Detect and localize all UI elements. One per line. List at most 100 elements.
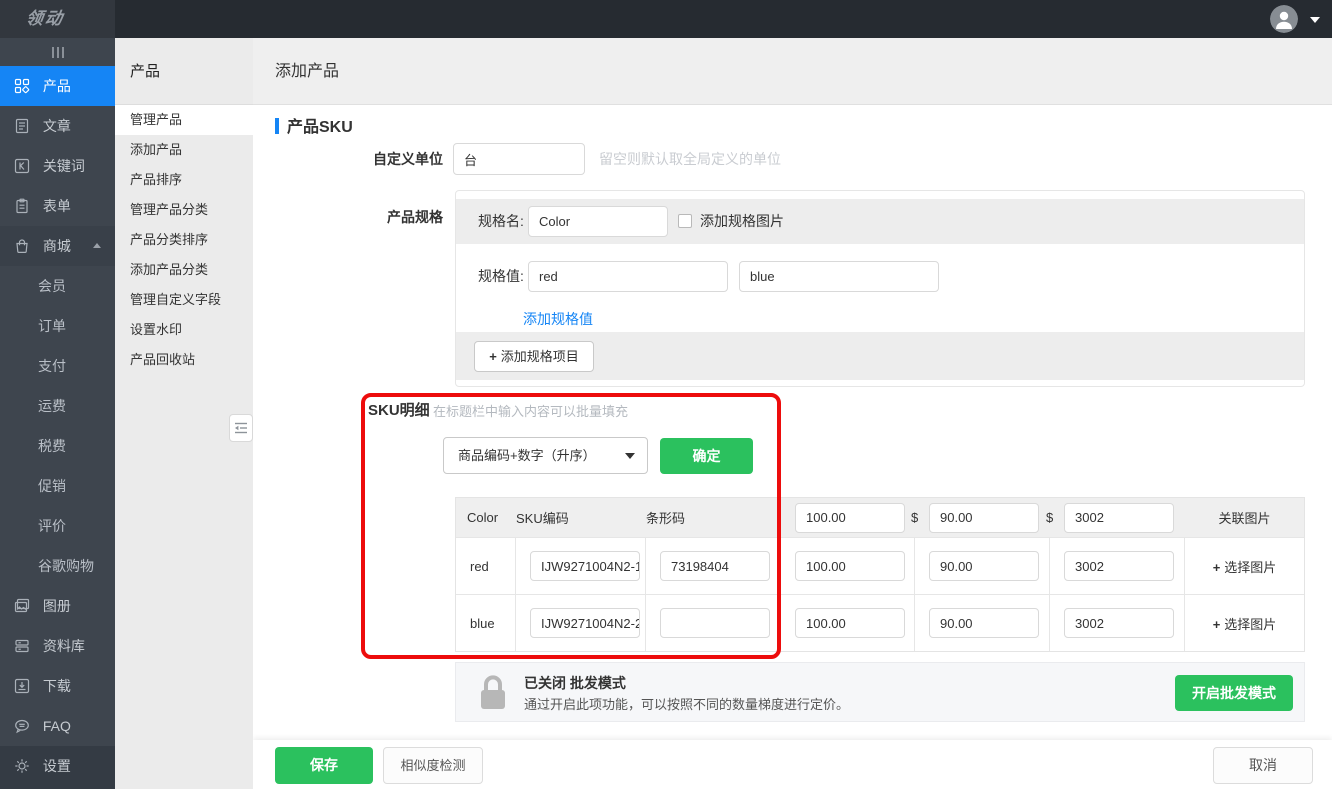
row-spec-value: red xyxy=(456,538,516,594)
chevron-down-icon[interactable] xyxy=(1310,17,1320,23)
sku-table: Color SKU编码 条形码 $ $ 关联图片 red +选择图片 xyxy=(455,497,1305,652)
app-window: 领动 产品 文章 关键词 表单 xyxy=(0,0,1332,789)
submenu-collapse-button[interactable] xyxy=(229,414,253,442)
grid-icon xyxy=(14,69,30,85)
unit-hint: 留空则默认取全局定义的单位 xyxy=(599,143,781,175)
section-header: 产品SKU xyxy=(275,113,353,131)
sku-detail-title: SKU明细 xyxy=(368,399,430,420)
price-input[interactable] xyxy=(795,551,905,581)
spec-name-label: 规格名: xyxy=(478,199,524,244)
sidebar-item-tax[interactable]: 税费 xyxy=(0,426,115,466)
spec-label: 产品规格 xyxy=(253,201,443,233)
sku-code-input[interactable] xyxy=(530,551,640,581)
clipboard-icon xyxy=(14,189,30,205)
topbar: 领动 xyxy=(0,0,1332,38)
sidebar-item-forms[interactable]: 表单 xyxy=(0,186,115,226)
submenu-item-watermark[interactable]: 设置水印 xyxy=(115,315,253,345)
currency-symbol: $ xyxy=(1046,510,1060,525)
plus-icon: + xyxy=(1213,617,1221,632)
outdent-icon xyxy=(234,422,248,434)
sidebar-item-albums[interactable]: 图册 xyxy=(0,586,115,626)
spec-value-input-2[interactable] xyxy=(739,261,939,292)
sku-code-input[interactable] xyxy=(530,608,640,638)
sidebar-item-keywords[interactable]: 关键词 xyxy=(0,146,115,186)
submenu-item-category-sort[interactable]: 产品分类排序 xyxy=(115,225,253,255)
promo-price-input[interactable] xyxy=(929,608,1039,638)
plus-icon: + xyxy=(1213,560,1221,575)
submenu-item-add-category[interactable]: 添加产品分类 xyxy=(115,255,253,285)
batch-stock-input[interactable] xyxy=(1064,503,1174,533)
submenu-item-custom-fields[interactable]: 管理自定义字段 xyxy=(115,285,253,315)
row-spec-value: blue xyxy=(456,595,516,651)
user-avatar[interactable] xyxy=(1270,5,1298,33)
wholesale-description: 通过开启此项功能，可以按照不同的数量梯度进行定价。 xyxy=(524,694,849,713)
stock-input[interactable] xyxy=(1064,608,1174,638)
submenu-item-recycle-bin[interactable]: 产品回收站 xyxy=(115,345,253,375)
select-image-button[interactable]: +选择图片 xyxy=(1213,614,1277,633)
lock-icon xyxy=(476,674,510,712)
sidebar-item-payment[interactable]: 支付 xyxy=(0,346,115,386)
submenu-item-manage-categories[interactable]: 管理产品分类 xyxy=(115,195,253,225)
sidebar-item-downloads[interactable]: 下载 xyxy=(0,666,115,706)
sidebar-item-products[interactable]: 产品 xyxy=(0,66,115,106)
spec-panel: 规格名: 添加规格图片 规格值: 添加规格值 +添加规格项目 xyxy=(455,190,1305,387)
sidebar-collapse-handle[interactable] xyxy=(0,38,115,66)
logo-block: 领动 xyxy=(0,0,115,38)
sidebar-item-members[interactable]: 会员 xyxy=(0,266,115,306)
add-spec-item-button[interactable]: +添加规格项目 xyxy=(474,341,594,372)
submenu-item-product-sort[interactable]: 产品排序 xyxy=(115,165,253,195)
select-image-button[interactable]: +选择图片 xyxy=(1213,557,1277,576)
wholesale-status: 已关闭 批发模式 xyxy=(524,673,626,693)
add-spec-value-link[interactable]: 添加规格值 xyxy=(523,309,593,329)
sidebar-item-reviews[interactable]: 评价 xyxy=(0,506,115,546)
gear-icon xyxy=(14,749,30,765)
person-icon xyxy=(1270,5,1298,33)
doc-icon xyxy=(14,109,30,125)
select-caret-icon xyxy=(625,453,635,459)
submenu-item-add-product[interactable]: 添加产品 xyxy=(115,135,253,165)
album-icon xyxy=(14,589,30,605)
col-header-spec: Color xyxy=(456,498,516,537)
save-button[interactable]: 保存 xyxy=(275,747,373,784)
enable-wholesale-button[interactable]: 开启批发模式 xyxy=(1175,675,1293,711)
sidebar-item-settings[interactable]: 设置 xyxy=(0,746,115,789)
col-header-sku: SKU编码 xyxy=(516,498,646,537)
barcode-input[interactable] xyxy=(660,551,770,581)
sku-detail-hint: 在标题栏中输入内容可以批量填充 xyxy=(433,401,628,420)
sidebar-item-google-shopping[interactable]: 谷歌购物 xyxy=(0,546,115,586)
add-spec-image-label: 添加规格图片 xyxy=(700,199,784,244)
sidebar-item-shipping[interactable]: 运费 xyxy=(0,386,115,426)
batch-promo-input[interactable] xyxy=(929,503,1039,533)
sidebar-item-articles[interactable]: 文章 xyxy=(0,106,115,146)
promo-price-input[interactable] xyxy=(929,551,1039,581)
sidebar-item-promotion[interactable]: 促销 xyxy=(0,466,115,506)
unit-label: 自定义单位 xyxy=(253,143,443,175)
table-header-row: Color SKU编码 条形码 $ $ 关联图片 xyxy=(456,498,1304,537)
sidebar-item-library[interactable]: 资料库 xyxy=(0,626,115,666)
batch-fill-select[interactable]: 商品编码+数字（升序） xyxy=(443,437,648,474)
sidebar-item-faq[interactable]: FAQ xyxy=(0,706,115,746)
batch-price-input[interactable] xyxy=(795,503,905,533)
cancel-button[interactable]: 取消 xyxy=(1213,747,1313,784)
accent-bar xyxy=(275,118,279,134)
similarity-check-button[interactable]: 相似度检测 xyxy=(383,747,483,784)
sidebar-item-orders[interactable]: 订单 xyxy=(0,306,115,346)
price-input[interactable] xyxy=(795,608,905,638)
table-row: red +选择图片 xyxy=(456,537,1304,594)
currency-symbol: $ xyxy=(911,510,925,525)
submenu-title: 产品 xyxy=(115,38,253,105)
spec-value-input-1[interactable] xyxy=(528,261,728,292)
wholesale-banner: 已关闭 批发模式 通过开启此项功能，可以按照不同的数量梯度进行定价。 开启批发模… xyxy=(455,662,1305,722)
sidebar-item-mall[interactable]: 商城 xyxy=(0,226,115,266)
submenu-item-manage-products[interactable]: 管理产品 xyxy=(115,105,253,135)
plus-icon: + xyxy=(489,349,497,364)
confirm-button[interactable]: 确定 xyxy=(660,438,753,474)
col-header-barcode: 条形码 xyxy=(646,498,781,537)
stock-input[interactable] xyxy=(1064,551,1174,581)
content-area: 产品SKU 自定义单位 留空则默认取全局定义的单位 产品规格 规格名: 添加规格… xyxy=(253,105,1332,740)
unit-input[interactable] xyxy=(453,143,585,175)
chevron-up-icon xyxy=(93,243,101,248)
spec-name-input[interactable] xyxy=(528,206,668,237)
barcode-input[interactable] xyxy=(660,608,770,638)
add-spec-image-checkbox[interactable] xyxy=(678,214,692,228)
